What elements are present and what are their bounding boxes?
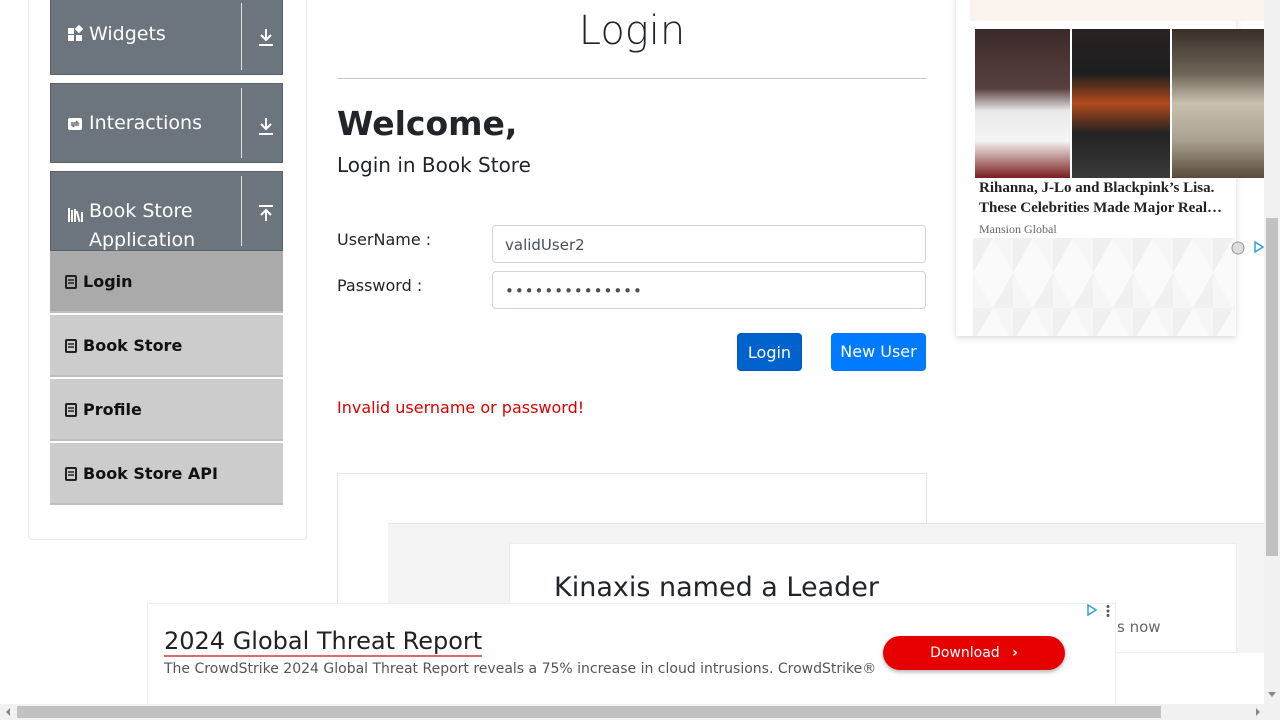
nav-group-label: Interactions [89, 112, 202, 134]
sidebar-item-login[interactable]: Login [50, 251, 283, 313]
divider [337, 78, 927, 79]
interaction-icon [68, 118, 82, 130]
username-label: UserName : [337, 230, 432, 249]
books-icon [68, 208, 83, 222]
sidebar-item-book-store[interactable]: Book Store [50, 315, 283, 377]
nav-group-book-store-application[interactable]: Book Store Application [50, 171, 283, 251]
ad-description: The CrowdStrike 2024 Global Threat Repor… [164, 661, 877, 677]
username-input[interactable]: validUser2 [492, 225, 926, 263]
scroll-left-icon[interactable] [4, 707, 12, 717]
sidebar-item-book-store-api[interactable]: Book Store API [50, 443, 283, 505]
ad-caption[interactable]: Rihanna, J-Lo and Blackpink’s Lisa. Thes… [979, 178, 1241, 218]
ad-photo [1072, 29, 1170, 178]
ad-photo [1172, 29, 1264, 178]
ad-choices-icon[interactable] [1230, 240, 1246, 256]
ad-background-pattern [973, 238, 1235, 336]
sidebar-item-label: Login [83, 272, 133, 291]
divider [241, 3, 242, 70]
download-button-label: Download [930, 645, 1000, 661]
upload-arrow-icon [259, 205, 273, 221]
error-message: Invalid username or password! [337, 398, 585, 417]
grid-icon [68, 25, 83, 41]
new-user-button[interactable]: New User [831, 333, 926, 371]
page: Widgets Interactions Book Store Applicat… [0, 0, 1280, 720]
download-arrow-icon [259, 118, 273, 135]
ad-headline[interactable]: Kinaxis named a Leader [554, 572, 879, 605]
nav-group-widgets[interactable]: Widgets [50, 0, 283, 75]
page-title: Login [578, 8, 686, 54]
download-button[interactable]: Download › [883, 636, 1065, 670]
book-icon [65, 275, 77, 289]
password-input[interactable]: •••••••••••••• [492, 271, 926, 309]
chevron-right-icon: › [1012, 645, 1018, 661]
sidebar-item-label: Profile [83, 400, 142, 419]
ad-choices-icon[interactable] [1086, 604, 1098, 616]
nav-group-label-line2: Application [89, 229, 196, 251]
nav-group-interactions[interactable]: Interactions [50, 83, 283, 163]
sidebar-item-label: Book Store [83, 336, 183, 355]
login-button[interactable]: Login [737, 333, 802, 371]
nav-group-label: Widgets [89, 23, 166, 45]
login-subtitle: Login in Book Store [337, 153, 531, 177]
book-icon [65, 339, 77, 353]
ad-partial-text: s now [1117, 618, 1161, 636]
welcome-heading: Welcome, [337, 104, 518, 143]
book-icon [65, 467, 77, 481]
password-label: Password : [337, 276, 423, 295]
horizontal-scrollbar-thumb[interactable] [17, 706, 1161, 718]
nav-group-label: Book Store [89, 200, 193, 222]
ad-title[interactable]: 2024 Global Threat Report [164, 627, 483, 657]
ad-photo [975, 29, 1070, 178]
sidebar-item-label: Book Store API [83, 464, 218, 483]
scroll-right-icon[interactable] [1254, 707, 1262, 717]
divider [241, 176, 242, 246]
vertical-scrollbar-thumb[interactable] [1266, 218, 1278, 556]
more-options-icon[interactable] [1104, 604, 1112, 618]
divider [241, 88, 242, 158]
ad-source: Mansion Global [979, 222, 1057, 236]
scroll-down-icon[interactable] [1268, 690, 1276, 698]
download-arrow-icon [259, 29, 273, 46]
ad-strip [970, 0, 1266, 21]
book-icon [65, 403, 77, 417]
sidebar-item-profile[interactable]: Profile [50, 379, 283, 441]
